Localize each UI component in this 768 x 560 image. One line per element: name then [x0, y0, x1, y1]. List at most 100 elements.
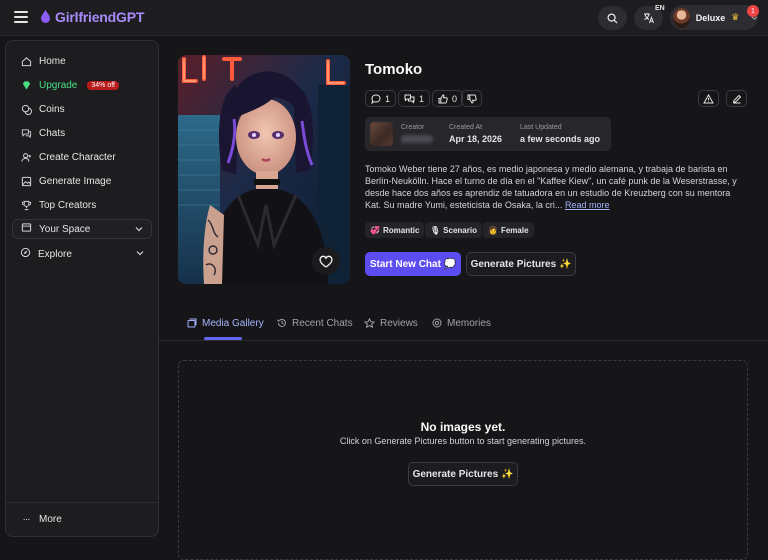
tab-label: Recent Chats — [292, 317, 353, 329]
sidebar-item-upgrade[interactable]: Upgrade 34% off — [14, 74, 152, 96]
edit-button[interactable] — [726, 90, 747, 107]
chat-icon — [20, 127, 32, 139]
report-button[interactable] — [698, 90, 719, 107]
sidebar-item-label: Top Creators — [39, 199, 97, 211]
gallery-empty-state — [178, 360, 748, 560]
tag-female[interactable]: 👩 Female — [483, 222, 534, 238]
updated-value: a few seconds ago — [520, 134, 601, 144]
chats-icon — [404, 94, 415, 104]
character-name: Tomoko — [365, 61, 423, 78]
updated-label: Last Updated — [520, 124, 562, 131]
sidebar-item-label: More — [39, 513, 62, 525]
tabs-divider — [159, 340, 768, 341]
tag-romantic[interactable]: 💞 Romantic — [365, 222, 425, 238]
tab-media-gallery[interactable]: Media Gallery — [187, 315, 264, 331]
image-icon — [20, 175, 32, 187]
tag-emoji: 👩 — [488, 225, 498, 235]
top-bar: GirlfriendGPT EN Deluxe ♛ 1 — [0, 0, 768, 36]
tab-recent-chats[interactable]: Recent Chats — [277, 315, 353, 331]
like-button[interactable]: 0 — [432, 90, 464, 107]
tab-label: Reviews — [380, 317, 418, 329]
tag-label: Female — [500, 225, 529, 235]
notification-badge: 1 — [747, 5, 759, 17]
search-button[interactable] — [598, 6, 627, 30]
flame-icon — [41, 10, 50, 23]
comment-icon — [371, 93, 381, 104]
sidebar-group-explore[interactable]: Explore — [12, 244, 152, 264]
sidebar-item-label: Upgrade — [39, 79, 78, 91]
tag-emoji: 🎙 — [430, 225, 441, 235]
sidebar-group-label: Your Space — [39, 223, 91, 235]
gallery-icon — [187, 318, 197, 328]
gem-icon — [20, 79, 32, 91]
sidebar-group-label: Explore — [38, 248, 72, 260]
user-menu[interactable]: Deluxe ♛ — [670, 5, 758, 30]
sidebar-item-coins[interactable]: Coins — [14, 98, 152, 120]
tab-memories[interactable]: Memories — [432, 315, 491, 331]
created-value: Apr 18, 2026 — [449, 134, 503, 144]
sidebar: Home Upgrade 34% off Coins Chats Create … — [5, 40, 159, 537]
sidebar-item-home[interactable]: Home — [14, 50, 152, 72]
sidebar-item-create-character[interactable]: Create Character — [14, 146, 152, 168]
sidebar-item-chats[interactable]: Chats — [14, 122, 152, 144]
meta-creator: Creator — [401, 124, 433, 143]
created-label: Created At — [449, 124, 483, 131]
sidebar-item-generate-image[interactable]: Generate Image — [14, 170, 152, 192]
chevron-down-icon — [135, 227, 143, 232]
meta-updated: Last Updated a few seconds ago — [520, 124, 600, 144]
chevron-down-icon — [136, 251, 144, 256]
memory-icon — [432, 318, 442, 328]
meta-created: Created At Apr 18, 2026 — [449, 124, 502, 144]
search-icon — [607, 12, 618, 24]
heart-icon — [319, 255, 333, 268]
sidebar-item-more[interactable]: ··· More — [14, 508, 152, 530]
read-more-link[interactable]: Read more — [565, 200, 610, 210]
user-plus-icon — [20, 151, 32, 163]
favorite-button[interactable] — [312, 247, 340, 275]
sidebar-divider — [6, 502, 158, 503]
sidebar-item-label: Home — [39, 55, 66, 67]
gallery-generate-pictures-button[interactable]: Generate Pictures ✨ — [408, 462, 518, 486]
brand-logo[interactable]: GirlfriendGPT — [40, 9, 144, 25]
language-code: EN — [655, 5, 665, 12]
tag-label: Scenario — [443, 225, 477, 235]
compass-icon — [20, 247, 31, 261]
start-new-chat-button[interactable]: Start New Chat 💭 — [365, 252, 461, 276]
crown-icon: ♛ — [731, 12, 740, 22]
tab-label: Media Gallery — [202, 317, 264, 329]
messages-count: 1 — [385, 93, 391, 104]
trophy-icon — [20, 199, 32, 211]
creator-name-hidden[interactable] — [401, 135, 433, 143]
coins-icon — [20, 103, 32, 115]
likes-count: 0 — [452, 93, 458, 104]
chats-count: 1 — [419, 93, 425, 104]
menu-icon[interactable] — [14, 11, 28, 23]
sidebar-item-label: Coins — [39, 103, 65, 115]
more-icon: ··· — [22, 513, 31, 525]
folder-icon — [21, 222, 32, 236]
sidebar-group-your-space[interactable]: Your Space — [12, 219, 152, 239]
sidebar-item-top-creators[interactable]: Top Creators — [14, 194, 152, 216]
sidebar-item-label: Create Character — [39, 151, 116, 163]
creator-label: Creator — [401, 124, 425, 131]
translate-icon — [643, 13, 654, 24]
user-name: Deluxe — [695, 12, 726, 23]
thumbs-up-icon — [438, 93, 448, 103]
chats-count-button[interactable]: 1 — [398, 90, 431, 107]
tag-scenario[interactable]: 🎙 Scenario — [425, 222, 482, 238]
character-meta: Creator Created At Apr 18, 2026 Last Upd… — [365, 117, 611, 151]
generate-pictures-button[interactable]: Generate Pictures ✨ — [466, 252, 576, 276]
brand-name: GirlfriendGPT — [55, 9, 145, 25]
pencil-icon — [732, 94, 741, 103]
sidebar-item-label: Generate Image — [39, 175, 112, 187]
home-icon — [20, 55, 32, 67]
tab-reviews[interactable]: Reviews — [364, 315, 418, 331]
dislike-button[interactable] — [461, 90, 482, 107]
thumbs-down-icon — [467, 94, 477, 104]
character-description: Tomoko Weber tiene 27 años, es medio jap… — [365, 163, 740, 211]
discount-badge: 34% off — [87, 80, 119, 90]
messages-count-button[interactable]: 1 — [365, 90, 397, 107]
avatar — [673, 7, 690, 28]
star-icon — [364, 318, 375, 328]
creator-avatar[interactable] — [370, 122, 393, 146]
